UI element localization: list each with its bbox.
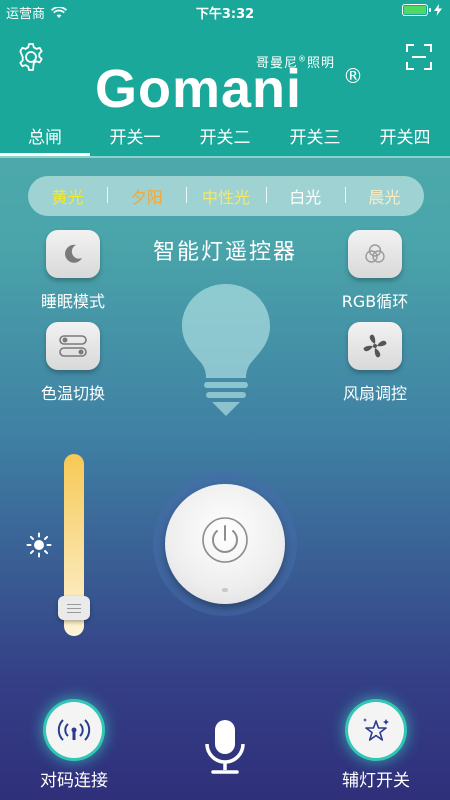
star-lamp-icon [363, 718, 389, 741]
rgb-cycle-label: RGB循环 [341, 292, 409, 311]
color-temp-label: 色温切换 [40, 384, 105, 403]
signal-pair-icon [57, 719, 91, 741]
sleep-mode-button[interactable] [46, 230, 100, 278]
moon-icon [65, 244, 82, 263]
pair-connect-button[interactable] [46, 702, 102, 758]
status-bar: 运营商 下午3:32 [0, 0, 450, 22]
tab-switch-2[interactable]: 开关二 [180, 120, 270, 158]
rgb-cycle-button[interactable] [348, 230, 402, 278]
fan-control-button[interactable] [348, 322, 402, 370]
power-indicator-dot [222, 588, 228, 592]
tab-switch-4[interactable]: 开关四 [360, 120, 450, 158]
tab-master[interactable]: 总闸 [0, 120, 90, 158]
aux-light-switch-label: 辅灯开关 [342, 771, 410, 791]
tab-switch-1[interactable]: 开关一 [90, 120, 180, 158]
brightness-slider-thumb[interactable] [58, 596, 90, 621]
switch-tabs: 总闸 开关一 开关二 开关三 开关四 [0, 120, 450, 158]
battery-icon [402, 4, 431, 16]
mode-white-light[interactable]: 白光 [265, 184, 345, 208]
logo-registered-mark: ® [343, 64, 363, 88]
light-mode-selector: 黄光 夕阳 中性光 白光 晨光 [28, 176, 424, 216]
charging-icon [434, 4, 442, 16]
power-icon [202, 517, 248, 563]
settings-gear-icon[interactable] [16, 42, 46, 72]
color-temp-button[interactable] [46, 322, 100, 370]
sleep-mode-label: 睡眠模式 [40, 292, 105, 311]
mode-neutral-light[interactable]: 中性光 [186, 184, 265, 208]
mode-yellow-light[interactable]: 黄光 [28, 184, 107, 208]
fan-icon [363, 334, 387, 358]
status-time: 下午3:32 [195, 7, 255, 22]
power-button[interactable] [165, 484, 285, 604]
mode-morning-light[interactable]: 晨光 [344, 184, 424, 208]
brand-logo: 哥曼尼®照明 Gomani ® [95, 52, 365, 116]
pair-connect-label: 对码连接 [40, 771, 108, 791]
header-divider [0, 156, 450, 158]
lightbulb-icon [182, 284, 270, 416]
toggle-switch-icon [59, 335, 87, 357]
mode-sunset[interactable]: 夕阳 [107, 184, 186, 208]
tab-switch-3[interactable]: 开关三 [270, 120, 360, 158]
logo-text: Gomani [95, 59, 303, 119]
aux-light-switch-button[interactable] [348, 702, 404, 758]
scan-icon[interactable] [406, 44, 432, 70]
rgb-cycle-icon [365, 244, 385, 263]
app-header: 哥曼尼®照明 Gomani ® 总闸 开关一 开关二 开关三 开关四 [0, 22, 450, 158]
fan-control-label: 风扇调控 [342, 384, 407, 403]
status-right [402, 4, 442, 16]
sun-icon [26, 532, 52, 558]
microphone-icon[interactable] [203, 718, 247, 776]
